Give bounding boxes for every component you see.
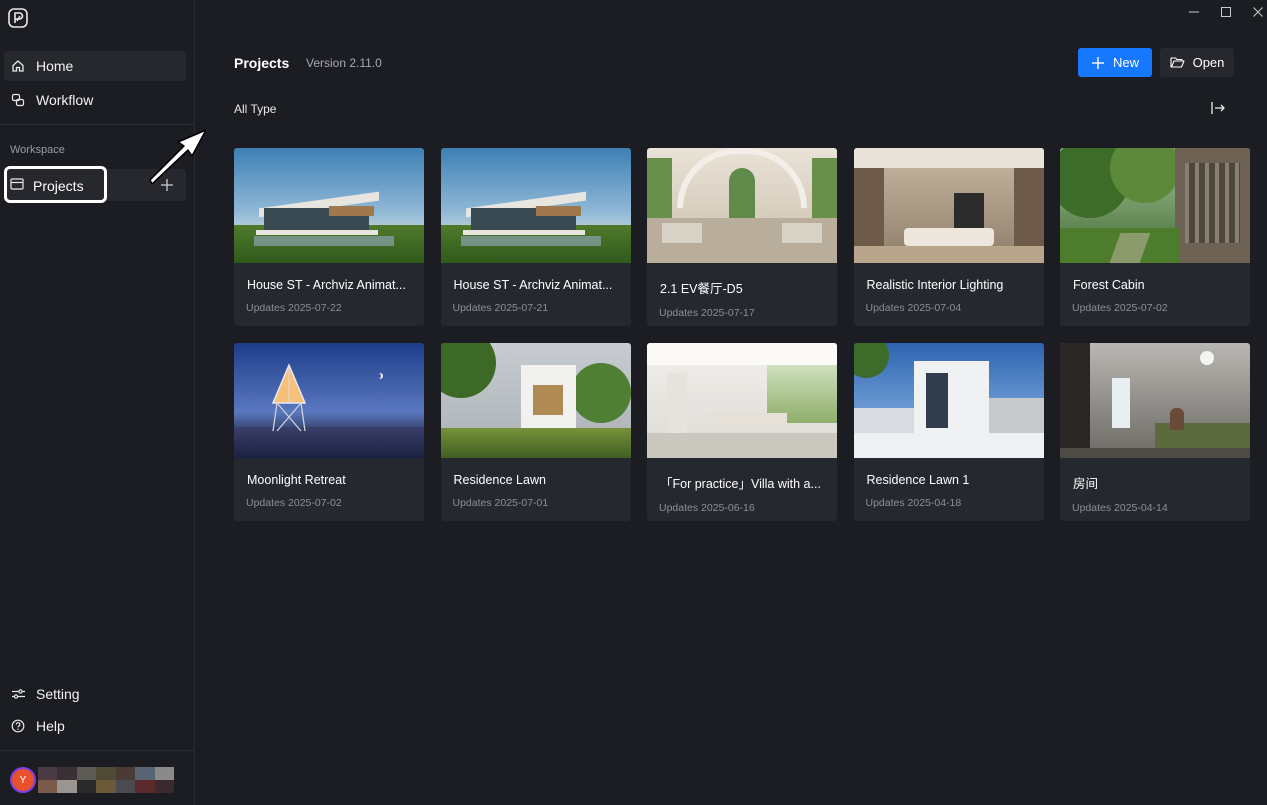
project-thumbnail	[1060, 343, 1250, 458]
home-icon	[10, 58, 26, 74]
sidebar-item-projects-content[interactable]: Projects	[10, 177, 84, 194]
avatar[interactable]: Y	[10, 767, 36, 793]
project-title: House ST - Archviz Animat...	[453, 278, 613, 292]
project-title: 「For practice」Villa with a...	[660, 477, 821, 491]
project-title: House ST - Archviz Animat...	[247, 278, 406, 292]
project-date: Updates 2025-04-18	[865, 497, 962, 509]
project-title: Forest Cabin	[1073, 278, 1145, 292]
sidebar-item-label: Projects	[33, 177, 84, 194]
project-thumbnail	[440, 148, 631, 263]
project-card[interactable]: Realistic Interior Lighting Updates 2025…	[853, 148, 1044, 326]
project-card[interactable]: 房间 Updates 2025-04-14	[1060, 343, 1250, 521]
minimize-icon	[1189, 11, 1199, 13]
project-title: 房间	[1073, 477, 1099, 491]
project-date: Updates 2025-04-14	[1072, 502, 1168, 514]
collapse-panel-icon[interactable]	[1210, 100, 1226, 116]
new-button-label: New	[1112, 55, 1139, 70]
open-button-label: Open	[1192, 55, 1225, 70]
sidebar-item-workflow[interactable]: Workflow	[4, 85, 186, 115]
project-date: Updates 2025-07-17	[659, 307, 755, 319]
project-thumbnail	[1060, 148, 1250, 263]
redacted-username	[38, 767, 174, 793]
close-button[interactable]	[1250, 4, 1266, 20]
close-icon	[1253, 7, 1263, 17]
project-title: Residence Lawn	[453, 473, 546, 487]
sidebar-item-label: Workflow	[36, 92, 94, 108]
sidebar-item-label: Help	[36, 718, 65, 734]
type-filter-dropdown[interactable]: All Type	[234, 102, 276, 116]
project-thumbnail	[647, 148, 837, 263]
project-card[interactable]: 2.1 EV餐厅-D5 Updates 2025-07-17	[647, 148, 837, 326]
sidebar: Home Workflow Workspace Projects Setting	[0, 0, 195, 805]
app-logo-icon	[8, 8, 28, 28]
sidebar-item-home[interactable]: Home	[4, 51, 186, 81]
project-card[interactable]: Residence Lawn Updates 2025-07-01	[440, 343, 631, 521]
sidebar-item-setting[interactable]: Setting	[4, 679, 186, 709]
page-title: Projects	[234, 55, 290, 71]
sidebar-divider	[0, 124, 194, 125]
project-card[interactable]: House ST - Archviz Animat... Updates 202…	[234, 148, 424, 326]
project-thumbnail	[234, 343, 424, 458]
project-title: Residence Lawn 1	[866, 473, 970, 487]
projects-grid: House ST - Archviz Animat... Updates 202…	[234, 148, 1250, 521]
project-thumbnail	[440, 343, 631, 458]
project-card[interactable]: 「For practice」Villa with a... Updates 20…	[647, 343, 837, 521]
folder-open-icon	[1170, 57, 1185, 68]
version-label: Version 2.11.0	[306, 56, 382, 70]
project-date: Updates 2025-07-01	[452, 497, 549, 509]
project-thumbnail	[853, 343, 1044, 458]
sidebar-divider	[0, 750, 194, 751]
new-project-button[interactable]: New	[1078, 48, 1152, 77]
sidebar-item-help[interactable]: Help	[4, 711, 186, 741]
project-card[interactable]: Residence Lawn 1 Updates 2025-04-18	[853, 343, 1044, 521]
sidebar-item-label: Home	[36, 58, 74, 74]
minimize-button[interactable]	[1186, 4, 1202, 20]
app-window: Home Workflow Workspace Projects Setting	[0, 0, 1267, 805]
sidebar-item-label: Setting	[36, 686, 80, 702]
project-thumbnail	[647, 343, 837, 458]
project-card[interactable]: Moonlight Retreat Updates 2025-07-02	[234, 343, 424, 521]
maximize-icon	[1221, 7, 1231, 17]
project-date: Updates 2025-07-21	[452, 302, 549, 314]
maximize-button[interactable]	[1218, 4, 1234, 20]
project-title: Moonlight Retreat	[247, 473, 346, 487]
project-date: Updates 2025-07-22	[246, 302, 342, 314]
sliders-icon	[10, 686, 26, 702]
plus-icon	[1091, 56, 1104, 69]
project-thumbnail	[853, 148, 1044, 263]
project-thumbnail	[234, 148, 424, 263]
projects-icon	[10, 177, 24, 194]
project-date: Updates 2025-07-02	[1072, 302, 1168, 314]
project-date: Updates 2025-06-16	[659, 502, 755, 514]
help-icon	[10, 718, 26, 734]
project-card[interactable]: House ST - Archviz Animat... Updates 202…	[440, 148, 631, 326]
project-title: 2.1 EV餐厅-D5	[660, 282, 743, 296]
annotation-arrow-icon	[148, 126, 212, 188]
workspace-section-label: Workspace	[10, 144, 65, 156]
user-account[interactable]: Y	[10, 767, 185, 793]
project-date: Updates 2025-07-02	[246, 497, 342, 509]
project-date: Updates 2025-07-04	[865, 302, 962, 314]
project-card[interactable]: Forest Cabin Updates 2025-07-02	[1060, 148, 1250, 326]
workflow-icon	[10, 92, 26, 108]
open-project-button[interactable]: Open	[1160, 48, 1234, 77]
project-title: Realistic Interior Lighting	[866, 278, 1004, 292]
